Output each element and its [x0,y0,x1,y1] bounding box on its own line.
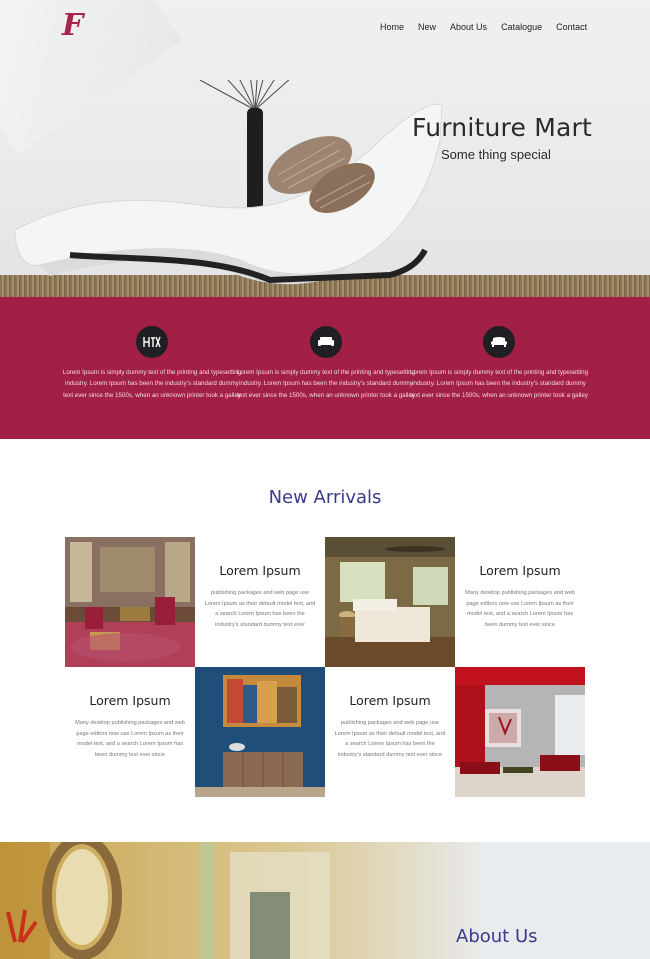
nav-about-us[interactable]: About Us [450,22,487,32]
arrival-image-living-room[interactable] [65,537,195,667]
arrival-card[interactable]: Lorem Ipsum publishing packages and web … [325,667,455,797]
hero-subtitle: Some thing special [441,147,551,162]
about-background-image [0,842,650,959]
arrival-card[interactable]: Lorem Ipsum Many desktop publishing pack… [65,667,195,797]
arrival-image-sideboard[interactable] [195,667,325,797]
new-arrivals-title: New Arrivals [268,487,382,508]
about-section: About Us [0,842,650,959]
about-us-title: About Us [456,926,538,947]
hero-title: Furniture Mart [412,113,592,142]
sofa-icon [310,326,342,358]
arrival-card-title: Lorem Ipsum [479,563,561,578]
feature-text: Lorem Ipsum is simply dummy text of the … [409,369,589,399]
arrival-card-text: Many desktop publishing packages and web… [75,720,185,758]
feature-text: Lorem Ipsum is simply dummy text of the … [236,369,416,399]
arrival-card[interactable]: Lorem Ipsum publishing packages and web … [195,537,325,667]
arrival-card-text: publishing packages and web page use Lor… [204,590,316,628]
nav-catalogue[interactable]: Catalogue [501,22,542,32]
arrival-card[interactable]: Lorem Ipsum Many desktop publishing pack… [455,537,585,667]
arrival-card-text: Many desktop publishing packages and web… [465,590,575,628]
nav-contact[interactable]: Contact [556,22,587,32]
arrival-image-red-lounge[interactable] [455,667,585,797]
feature-text: Lorem Ipsum is simply dummy text of the … [62,369,242,399]
main-nav: Home New About Us Catalogue Contact [380,22,601,32]
chaise-lounge-image [14,80,443,285]
features-band: Lorem Ipsum is simply dummy text of the … [0,297,650,439]
arrival-card-title: Lorem Ipsum [219,563,301,578]
nav-home[interactable]: Home [380,22,404,32]
arrival-card-title: Lorem Ipsum [349,693,431,708]
brand-logo[interactable]: F [62,11,96,41]
hero-banner: F Home New About Us Catalogue Contact Fu… [0,0,650,297]
arrivals-grid: Lorem Ipsum publishing packages and web … [65,537,586,797]
nav-new[interactable]: New [418,22,436,32]
arrival-card-text: publishing packages and web page use Lor… [334,720,446,758]
arrival-image-bedroom[interactable] [325,537,455,667]
couch-icon [483,326,515,358]
furniture-icon [136,326,168,358]
arrival-card-title: Lorem Ipsum [89,693,171,708]
